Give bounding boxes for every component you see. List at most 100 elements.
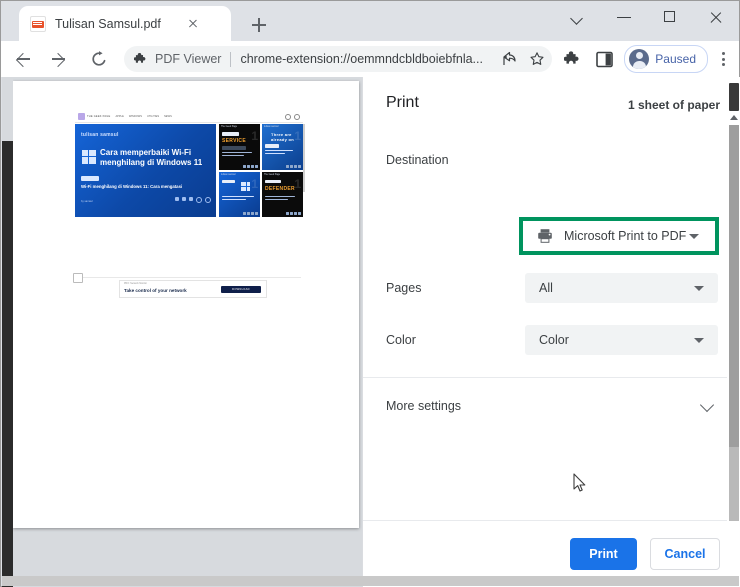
preview-card: The Geek Page 1 DEFENDER [262, 171, 303, 217]
print-button[interactable]: Print [570, 538, 637, 570]
browser-toolbar: PDF Viewer chrome-extension://oemmndcbld… [1, 41, 739, 77]
pages-value: All [539, 281, 553, 295]
preview-card-grid: The Geek Page 1 SERVICE tulisan samsul 1 [219, 124, 303, 217]
star-icon[interactable] [524, 46, 550, 72]
color-label: Color [386, 333, 416, 347]
card-word: Three are already on [271, 132, 295, 142]
hero-social-icons [175, 197, 211, 203]
scrollbar-thumb[interactable] [729, 83, 739, 111]
pdf-icon [30, 15, 46, 32]
puzzle-icon [134, 53, 146, 63]
color-value: Color [539, 333, 569, 347]
new-tab-button[interactable] [246, 12, 272, 38]
side-panel-icon[interactable] [590, 45, 618, 73]
nav-link: UTILITIES [146, 115, 160, 118]
windows-logo-icon [241, 181, 250, 191]
destination-row: Destination [386, 145, 718, 175]
card-icons [243, 212, 258, 215]
profile-paused-chip[interactable]: Paused [624, 45, 708, 73]
paused-label: Paused [655, 52, 696, 66]
print-dialog: Print 1 sheet of paper Destination Micro… [362, 77, 740, 587]
hero-title: Cara memperbaiki Wi-Fi menghilang di Win… [100, 148, 203, 167]
promo-banner: PRO: Network Monitor Take control of you… [119, 280, 267, 298]
kebab-menu-icon[interactable] [710, 45, 736, 73]
nav-link: APPLE [115, 115, 124, 118]
nav-link: WINDOWS [128, 115, 142, 118]
preview-site-nav: THE GEEK PAGE APPLE WINDOWS UTILITIES NE… [75, 111, 303, 123]
puzzle-icon[interactable] [559, 45, 587, 73]
mouse-cursor [573, 473, 586, 492]
card-number: 1 [294, 176, 301, 191]
maximize-icon[interactable] [647, 1, 693, 33]
omnibox-divider [230, 51, 232, 67]
card-site: tulisan samsul [221, 173, 236, 176]
address-bar[interactable]: PDF Viewer chrome-extension://oemmndcbld… [124, 46, 553, 72]
card-word: DEFENDER [265, 185, 295, 192]
card-site: The Geek Page [264, 173, 281, 176]
chevron-down-icon [694, 285, 704, 291]
page-scrollbar[interactable] [2, 141, 13, 587]
browser-window: Tulisan Samsul.pdf PDF Viewer chrome-ext… [0, 0, 740, 587]
preview-card: tulisan samsul 1 Three are already on [262, 124, 303, 170]
minimize-icon[interactable] [601, 1, 647, 33]
color-select[interactable]: Color [525, 325, 718, 355]
extension-name: PDF Viewer [155, 52, 222, 66]
print-dialog-header: Print 1 sheet of paper [363, 77, 740, 127]
windows-logo-icon [82, 150, 96, 164]
chevron-down-icon[interactable] [555, 1, 601, 33]
card-site: The Geek Page [221, 126, 238, 128]
preview-card: The Geek Page 1 SERVICE [219, 124, 260, 170]
print-preview-pane: THE GEEK PAGE APPLE WINDOWS UTILITIES NE… [13, 77, 362, 587]
more-settings-toggle[interactable]: More settings [386, 395, 718, 419]
more-settings-label: More settings [386, 399, 462, 413]
color-row: Color Color [386, 325, 718, 355]
scrollbar-track-bottom [729, 447, 739, 521]
close-window-icon[interactable] [693, 1, 739, 33]
window-controls [555, 1, 739, 41]
sheet-count: 1 sheet of paper [627, 98, 720, 112]
destination-value: Microsoft Print to PDF [564, 229, 687, 243]
scroll-up-arrow-icon[interactable] [730, 115, 738, 120]
pages-select[interactable]: All [525, 273, 718, 303]
url-text: chrome-extension://oemmndcbldboiebfnla..… [240, 52, 483, 66]
share-icon[interactable] [496, 46, 522, 72]
banner-download-button: DOWNLOAD [221, 286, 261, 293]
status-bar [2, 576, 739, 586]
card-icons [286, 164, 301, 168]
reload-icon[interactable] [84, 44, 114, 74]
site-logo-icon [78, 113, 85, 120]
destination-select[interactable]: Microsoft Print to PDF [525, 223, 713, 249]
site-nav-tools [285, 113, 300, 120]
tab-strip: Tulisan Samsul.pdf [1, 1, 739, 41]
back-arrow-icon[interactable] [8, 44, 38, 74]
hero-meta: by samsul [81, 200, 93, 203]
banner-text: Take control of your network [124, 288, 187, 293]
pages-row: Pages All [386, 273, 718, 303]
page-title: Print [386, 94, 419, 111]
banner-button-label: DOWNLOAD [232, 288, 250, 291]
site-brand: THE GEEK PAGE [87, 115, 111, 118]
close-icon[interactable] [183, 14, 203, 34]
card-icons [243, 164, 258, 168]
chevron-down-icon [699, 397, 715, 413]
extension-chip: PDF Viewer [134, 52, 221, 66]
card-number: 1 [251, 129, 258, 143]
pages-label: Pages [386, 281, 422, 295]
content-area: THE GEEK PAGE APPLE WINDOWS UTILITIES NE… [2, 77, 740, 587]
hero-card: tulisan samsul Cara memperbaiki Wi-Fi me… [75, 124, 216, 217]
chevron-down-icon [689, 233, 699, 239]
cancel-button[interactable]: Cancel [650, 538, 720, 570]
destination-label: Destination [386, 153, 449, 167]
nav-link: NEWS [164, 115, 172, 118]
preview-page-content: THE GEEK PAGE APPLE WINDOWS UTILITIES NE… [73, 111, 305, 298]
dialog-scrollbar[interactable] [727, 77, 740, 521]
preview-inner-scrollbar [303, 124, 305, 192]
browser-tab[interactable]: Tulisan Samsul.pdf [19, 6, 231, 41]
preview-page: THE GEEK PAGE APPLE WINDOWS UTILITIES NE… [13, 81, 359, 528]
preview-card: tulisan samsul 1 [219, 171, 260, 217]
card-number: 1 [251, 176, 258, 191]
preview-handle [73, 273, 83, 283]
banner-sup-text: PRO: Network Monitor [124, 283, 147, 285]
forward-arrow-icon[interactable] [45, 44, 75, 74]
card-site: tulisan samsul [264, 126, 279, 128]
